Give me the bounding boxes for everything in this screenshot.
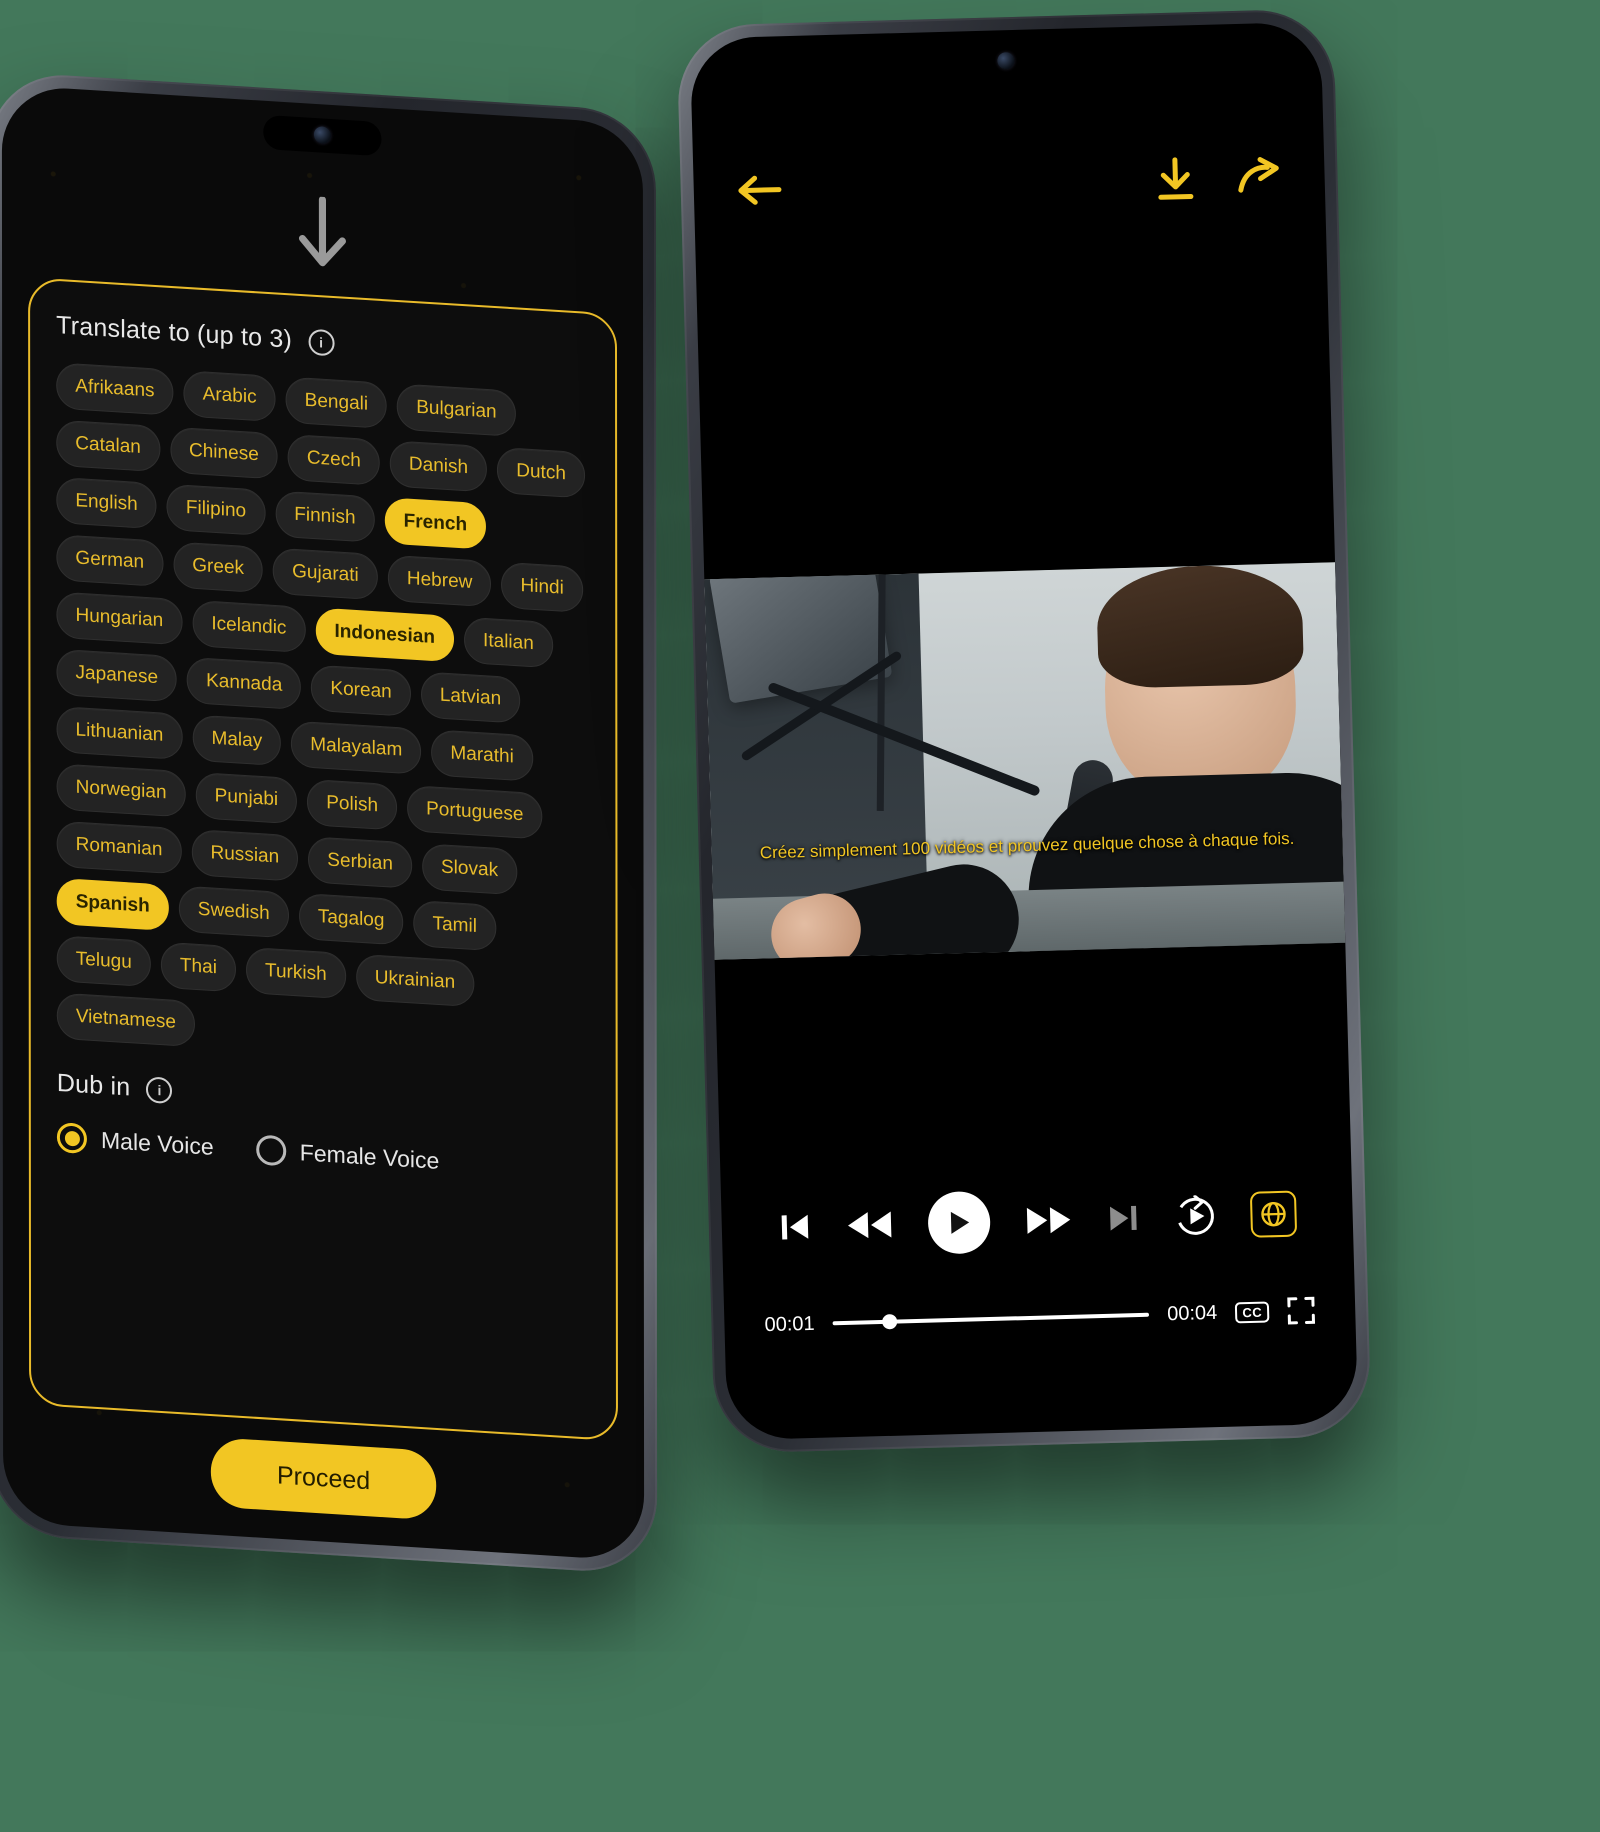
current-time-label: 00:01 xyxy=(764,1312,815,1336)
language-chip[interactable]: Russian xyxy=(191,828,299,882)
speaker-hair xyxy=(1095,563,1304,689)
voice-radio-option[interactable]: Female Voice xyxy=(255,1134,440,1176)
language-chip[interactable]: Bengali xyxy=(285,376,388,430)
translate-section-title: Translate to (up to 3) xyxy=(56,311,293,354)
voice-radio-group: Male Voice Female Voice xyxy=(56,1122,590,1185)
language-chip[interactable]: Kannada xyxy=(187,656,302,711)
language-chip[interactable]: Hungarian xyxy=(56,591,183,646)
language-chip[interactable]: Serbian xyxy=(308,836,412,889)
language-chip[interactable]: Icelandic xyxy=(192,599,306,654)
language-chip[interactable]: Hindi xyxy=(501,561,583,613)
language-chip[interactable]: German xyxy=(56,534,164,587)
video-frame[interactable]: Créez simplement 100 vidéos et prouvez q… xyxy=(704,562,1346,960)
voice-radio-option[interactable]: Male Voice xyxy=(56,1122,214,1162)
language-chip[interactable]: English xyxy=(56,476,157,530)
language-chip[interactable]: Malay xyxy=(192,714,282,767)
language-chip[interactable]: Spanish xyxy=(56,877,169,932)
video-still-image xyxy=(704,562,1346,960)
language-chip-list: Afrikaans Arabic Bengali Bulgarian Catalan Ch… xyxy=(56,362,589,1071)
back-arrow-icon[interactable] xyxy=(735,172,782,207)
language-chip[interactable]: Portuguese xyxy=(407,784,543,840)
player-top-actions xyxy=(1154,154,1283,202)
language-chip[interactable]: Vietnamese xyxy=(56,992,196,1048)
language-chip[interactable]: Slovak xyxy=(421,843,518,896)
playback-controls xyxy=(721,1181,1353,1260)
language-chip[interactable]: Greek xyxy=(173,541,264,594)
translate-info-icon[interactable]: i xyxy=(308,328,335,356)
language-chip[interactable]: Romanian xyxy=(56,820,182,875)
language-chip[interactable]: Tagalog xyxy=(298,892,404,946)
down-arrow-icon xyxy=(298,196,346,267)
language-chip[interactable]: Marathi xyxy=(431,729,533,782)
language-chip[interactable]: Dutch xyxy=(497,446,585,499)
dub-section-title: Dub in xyxy=(56,1068,131,1102)
skip-to-start-icon[interactable] xyxy=(777,1210,812,1245)
language-chip[interactable]: Finnish xyxy=(275,490,375,543)
language-chip[interactable]: Catalan xyxy=(56,419,160,473)
progress-knob[interactable] xyxy=(881,1314,898,1330)
dub-info-icon[interactable]: i xyxy=(146,1075,173,1104)
voice-option-label: Male Voice xyxy=(100,1126,214,1160)
progress-track[interactable] xyxy=(832,1312,1150,1330)
globe-language-icon[interactable] xyxy=(1249,1190,1298,1238)
language-chip[interactable]: Gujarati xyxy=(273,547,378,601)
total-time-label: 00:04 xyxy=(1166,1301,1218,1325)
dub-section-header: Dub in i xyxy=(57,1069,590,1131)
fast-forward-icon[interactable] xyxy=(1024,1204,1073,1237)
skip-to-end-icon[interactable] xyxy=(1106,1201,1141,1236)
proceed-button[interactable]: Proceed xyxy=(210,1437,437,1521)
radio-dot-icon[interactable] xyxy=(255,1134,286,1167)
language-chip[interactable]: Thai xyxy=(160,941,236,993)
language-chip[interactable]: Korean xyxy=(311,664,411,717)
translate-section-header: Translate to (up to 3) i xyxy=(56,311,589,373)
cc-toggle[interactable]: CC xyxy=(1235,1300,1270,1323)
language-chip[interactable]: Japanese xyxy=(56,648,178,703)
left-phone-screen: Translate to (up to 3) i Afrikaans Arabic… xyxy=(1,84,645,1562)
language-chip[interactable]: Danish xyxy=(389,440,488,493)
language-chip[interactable]: Hebrew xyxy=(387,554,492,608)
play-icon[interactable] xyxy=(927,1190,992,1255)
player-top-bar xyxy=(693,140,1326,227)
right-phone-mockup: Créez simplement 100 vidéos et prouvez q… xyxy=(676,8,1372,1454)
language-chip[interactable]: Arabic xyxy=(183,370,276,423)
language-chip[interactable]: Chinese xyxy=(169,426,278,480)
language-chip[interactable]: Latvian xyxy=(420,671,521,724)
language-chip[interactable]: Indonesian xyxy=(315,607,455,663)
rewind-icon[interactable] xyxy=(846,1208,895,1241)
right-phone-screen: Créez simplement 100 vidéos et prouvez q… xyxy=(689,21,1359,1441)
replay-icon[interactable] xyxy=(1174,1194,1217,1238)
fullscreen-icon[interactable] xyxy=(1287,1296,1316,1325)
language-chip[interactable]: Telugu xyxy=(56,935,151,988)
download-icon[interactable] xyxy=(1154,156,1197,201)
scene-background: Translate to (up to 3) i Afrikaans Arabic… xyxy=(0,0,1600,1832)
language-chip[interactable]: Turkish xyxy=(245,946,346,1000)
language-chip[interactable]: Filipino xyxy=(166,483,266,537)
language-chip[interactable]: Czech xyxy=(287,433,380,486)
language-chip[interactable]: Tamil xyxy=(413,899,497,952)
language-chip[interactable]: Afrikaans xyxy=(56,362,174,416)
share-icon[interactable] xyxy=(1236,156,1283,197)
player-timeline: 00:01 00:04 CC xyxy=(724,1295,1355,1340)
dub-section: Dub in i Male Voice Female Voice xyxy=(57,1069,590,1185)
language-chip[interactable]: French xyxy=(384,497,487,550)
left-phone-mockup: Translate to (up to 3) i Afrikaans Arabic… xyxy=(0,70,658,1576)
language-chip[interactable]: Malayalam xyxy=(291,720,422,775)
front-camera-icon xyxy=(313,125,331,145)
language-chip[interactable]: Norwegian xyxy=(56,763,186,818)
radio-dot-icon[interactable] xyxy=(56,1122,87,1155)
language-chip[interactable]: Punjabi xyxy=(195,771,298,825)
language-chip[interactable]: Italian xyxy=(463,616,553,669)
language-chip[interactable]: Swedish xyxy=(178,885,289,939)
voice-option-label: Female Voice xyxy=(299,1138,440,1174)
language-chip[interactable]: Bulgarian xyxy=(397,383,516,437)
language-chip[interactable]: Lithuanian xyxy=(56,706,183,761)
language-chip[interactable]: Polish xyxy=(307,778,398,831)
language-chip[interactable]: Ukrainian xyxy=(355,953,475,1008)
options-card: Translate to (up to 3) i Afrikaans Arabic… xyxy=(28,277,618,1442)
